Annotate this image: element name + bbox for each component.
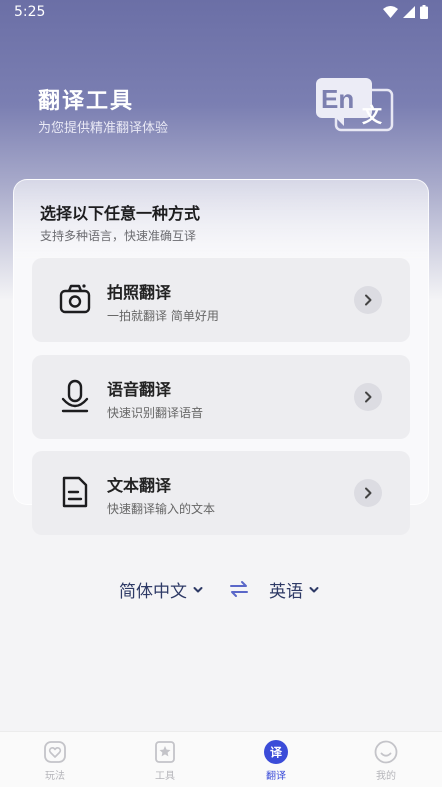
- translate-icon: 译: [264, 740, 288, 764]
- tab-label: 玩法: [45, 771, 65, 782]
- chevron-right-icon[interactable]: [354, 383, 382, 411]
- star-icon: [155, 741, 175, 763]
- translate-logo-icon: En 文: [314, 76, 394, 132]
- page-subtitle: 为您提供精准翻译体验: [38, 121, 169, 136]
- page-title: 翻译工具: [38, 89, 135, 114]
- language-selector: 简体中文 英语: [0, 575, 442, 603]
- option-desc: 快速翻译输入的文本: [107, 502, 216, 516]
- tab-translate[interactable]: 译 翻译: [241, 738, 311, 784]
- logo-text-zh: 文: [362, 103, 383, 127]
- photo-translate-option[interactable]: 拍照翻译 一拍就翻译 简单好用: [32, 258, 410, 342]
- source-language-select[interactable]: 简体中文: [119, 577, 203, 602]
- tab-tools[interactable]: 工具: [130, 738, 200, 784]
- logo-text-en: En: [321, 84, 354, 114]
- chevron-down-icon: [193, 586, 203, 592]
- card-title: 选择以下任意一种方式: [40, 204, 201, 223]
- option-desc: 一拍就翻译 简单好用: [107, 309, 219, 323]
- smile-icon: [374, 740, 398, 764]
- signal-icon: [403, 6, 415, 18]
- card-subtitle: 支持多种语言，快速准确互译: [40, 229, 197, 243]
- status-icons: [383, 5, 428, 19]
- document-icon: [62, 476, 88, 508]
- battery-icon: [420, 5, 428, 19]
- chevron-down-icon: [309, 586, 319, 592]
- microphone-icon: [61, 379, 89, 413]
- chevron-right-icon[interactable]: [354, 286, 382, 314]
- wifi-icon: [383, 6, 398, 18]
- text-translate-option[interactable]: 文本翻译 快速翻译输入的文本: [32, 451, 410, 535]
- voice-translate-option[interactable]: 语音翻译 快速识别翻译语音: [32, 355, 410, 439]
- option-title: 语音翻译: [107, 380, 172, 399]
- translate-badge-text: 译: [270, 746, 283, 760]
- source-language-label: 简体中文: [119, 582, 187, 602]
- tab-label: 我的: [376, 771, 396, 782]
- target-language-label: 英语: [269, 582, 303, 602]
- tab-label: 翻译: [266, 771, 286, 782]
- tab-mine[interactable]: 我的: [351, 738, 421, 784]
- status-bar: 5:25: [0, 0, 442, 26]
- target-language-select[interactable]: 英语: [269, 577, 319, 602]
- chevron-right-icon[interactable]: [354, 479, 382, 507]
- tab-play[interactable]: 玩法: [20, 738, 90, 784]
- option-title: 文本翻译: [107, 476, 172, 495]
- swap-icon[interactable]: [229, 580, 249, 598]
- camera-icon: [59, 284, 91, 314]
- tab-label: 工具: [155, 771, 175, 782]
- option-desc: 快速识别翻译语音: [107, 406, 204, 420]
- option-title: 拍照翻译: [107, 283, 172, 302]
- heart-icon: [44, 741, 66, 763]
- bottom-tab-bar: 玩法 工具 译 翻译 我的: [0, 731, 442, 787]
- status-time: 5:25: [14, 4, 46, 20]
